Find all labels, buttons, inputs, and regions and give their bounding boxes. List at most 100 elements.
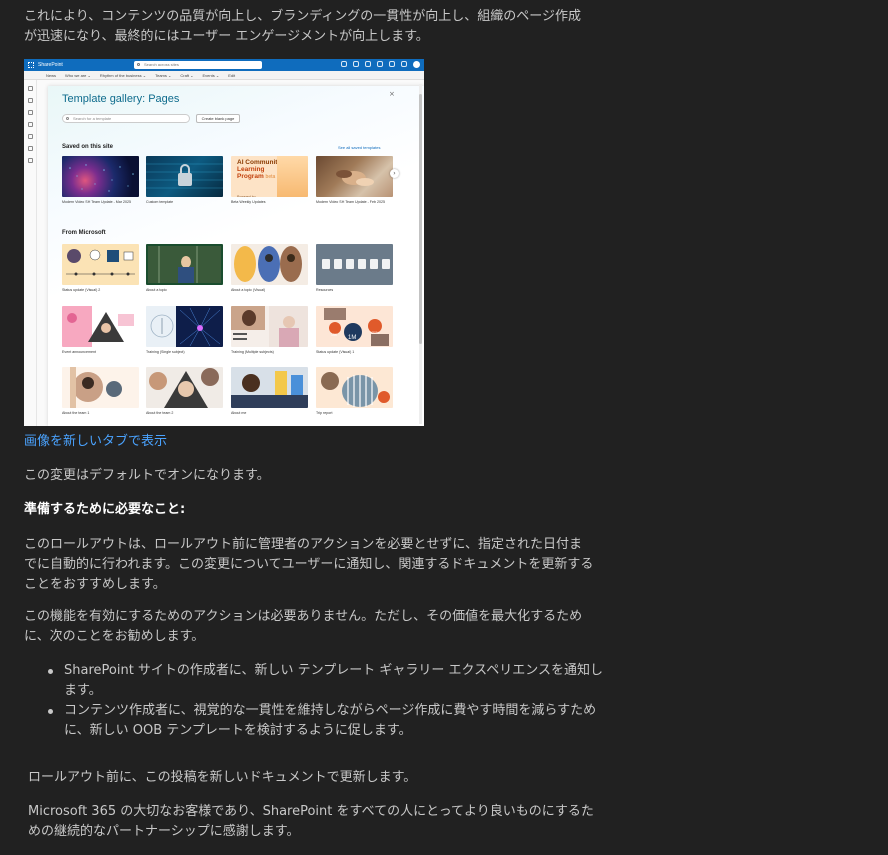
template-thumbnail: [231, 244, 308, 285]
template-card: Status update (Visual) 2: [62, 244, 139, 293]
template-caption: Training (Single subject): [146, 350, 185, 354]
site-nav-item: Teams ⌄: [155, 73, 172, 78]
site-nav-item: Rhythm of the business ⌄: [99, 73, 147, 78]
training-multiple-graphic: [231, 306, 308, 347]
beta-card-powered: Powered by: [237, 195, 256, 197]
template-thumbnail: [62, 306, 139, 347]
template-caption: About a topic (Visual): [231, 288, 266, 292]
template-card: About me: [231, 367, 308, 416]
globe-icon: [28, 98, 33, 103]
list-icon: [28, 134, 33, 139]
share-icon: [365, 61, 371, 67]
template-thumbnail: [146, 367, 223, 408]
template-thumbnail: [316, 156, 393, 197]
dialog-scrollbar: [419, 84, 422, 424]
template-caption: About me: [231, 411, 247, 415]
template-caption: Modern Video SH Team Update - Mar 2025: [62, 200, 131, 204]
template-caption: About the team 1: [62, 411, 90, 415]
bullet-icon: [48, 709, 53, 714]
sp-search-placeholder: Search across sites: [144, 62, 179, 67]
template-thumbnail: [62, 367, 139, 408]
home-icon: [28, 86, 33, 91]
dialog-title: Template gallery: Pages: [62, 93, 180, 105]
particles-graphic: [69, 164, 134, 192]
chat-icon: [341, 61, 347, 67]
template-card: Modern Video SH Team Update - Mar 2025: [62, 156, 139, 205]
beta-card-line3: Program: [237, 173, 264, 180]
bullet-icon: [48, 669, 53, 674]
template-card: 15K 1M +20% Status update (Visual) 1: [316, 306, 393, 355]
template-caption: Status update (Visual) 2: [62, 288, 101, 292]
template-card: Resources: [316, 244, 393, 293]
beta-card-line1: AI Community: [237, 159, 282, 166]
add-icon: [28, 158, 33, 163]
news-icon: [28, 110, 33, 115]
badge-20pct: +20%: [370, 331, 380, 335]
template-thumbnail: [231, 367, 308, 408]
badge-15k: 15K: [331, 333, 338, 337]
beta-card-line2: Learning: [237, 166, 265, 173]
prepare-heading: 準備するために必要なこと:: [24, 502, 186, 517]
list-item-text: SharePoint サイトの作成者に、新しい テンプレート ギャラリー エクス…: [64, 663, 603, 698]
site-nav-item: Craft ⌄: [180, 73, 194, 78]
feed-icon: [353, 61, 359, 67]
template-caption: About a topic: [146, 288, 167, 292]
sp-search-box: Search across sites: [134, 61, 262, 69]
template-thumbnail: [316, 244, 393, 285]
template-card: About the team 1: [62, 367, 139, 416]
template-search-placeholder: Search for a template: [73, 116, 112, 121]
template-caption: Status update (Visual) 1: [316, 350, 355, 354]
about-topic-graphic: [148, 246, 221, 283]
site-nav-items: News Who we are ⌄ Rhythm of the business ⌄…: [46, 71, 235, 80]
template-gallery-screenshot: SharePoint Search across sites News Who w…: [24, 59, 424, 426]
sharepoint-suite-bar: SharePoint Search across sites: [24, 59, 424, 71]
template-caption: Modern Video SH Team Update - Feb 2025: [316, 200, 385, 204]
list-item: SharePoint サイトの作成者に、新しい テンプレート ギャラリー エクス…: [24, 661, 604, 701]
hands-graphic: [336, 170, 374, 186]
open-image-new-tab-link[interactable]: 画像を新しいタブで表示: [24, 432, 167, 452]
template-caption: Beta Weekly Updates: [231, 200, 266, 204]
help-icon: [401, 61, 407, 67]
template-thumbnail: [231, 306, 308, 347]
list-item: コンテンツ作成者に、視覚的な一貫性を維持しながらページ作成に費やす時間を減らすた…: [24, 701, 604, 741]
template-card: AI Community Learning Program beta Power…: [231, 156, 308, 205]
about-topic-visual-graphic: [234, 246, 302, 282]
template-card: Training (Multiple subjects): [231, 306, 308, 355]
event-announcement-graphic: [62, 306, 134, 347]
template-thumbnail: [62, 156, 139, 197]
flag-icon: [377, 61, 383, 67]
template-thumbnail: [146, 244, 223, 285]
template-card: About the team 2: [146, 367, 223, 416]
site-nav-item: Edit: [228, 73, 236, 78]
gear-icon: [389, 61, 395, 67]
list-item-text: コンテンツ作成者に、視覚的な一貫性を維持しながらページ作成に費やす時間を減らすた…: [64, 703, 597, 738]
about-me-graphic: [231, 371, 308, 408]
default-on-paragraph: この変更はデフォルトでオンになります。: [24, 468, 270, 483]
template-thumbnail: [146, 306, 223, 347]
from-microsoft-heading: From Microsoft: [62, 230, 106, 236]
template-card: Event announcement: [62, 306, 139, 355]
thanks-paragraph: Microsoft 365 の大切なお客様であり、SharePoint をすべて…: [28, 804, 594, 839]
template-gallery-dialog: Template gallery: Pages × Search for a t…: [48, 86, 424, 426]
close-icon: ×: [389, 90, 395, 98]
template-caption: Event announcement: [62, 350, 96, 354]
template-thumbnail: 15K 1M +20%: [316, 306, 393, 347]
site-nav: News Who we are ⌄ Rhythm of the business ⌄…: [24, 71, 424, 80]
about-team1-graphic: [70, 367, 122, 408]
search-icon: [66, 117, 69, 120]
search-icon: [137, 63, 140, 66]
template-caption: Custom template: [146, 200, 174, 204]
status-update-graphic: [66, 249, 135, 276]
intro-paragraph: これにより、コンテンツの品質が向上し、ブランディングの一貫性が向上し、組織のペー…: [24, 9, 582, 44]
site-nav-item: News: [46, 73, 57, 78]
resources-graphic: [322, 259, 390, 269]
training-single-graphic: [150, 306, 223, 347]
template-card: Training (Single subject): [146, 306, 223, 355]
padlock-graphic: [146, 163, 223, 189]
template-search-input: Search for a template: [62, 114, 190, 123]
beta-card-art: [277, 156, 308, 197]
template-card: About a topic (Visual): [231, 244, 308, 293]
enable-paragraph: この機能を有効にするためのアクションは必要ありません。ただし、その価値を最大化す…: [24, 609, 583, 644]
see-all-saved-link: See all saved templates: [338, 145, 381, 150]
app-launcher-icon: [28, 62, 34, 68]
